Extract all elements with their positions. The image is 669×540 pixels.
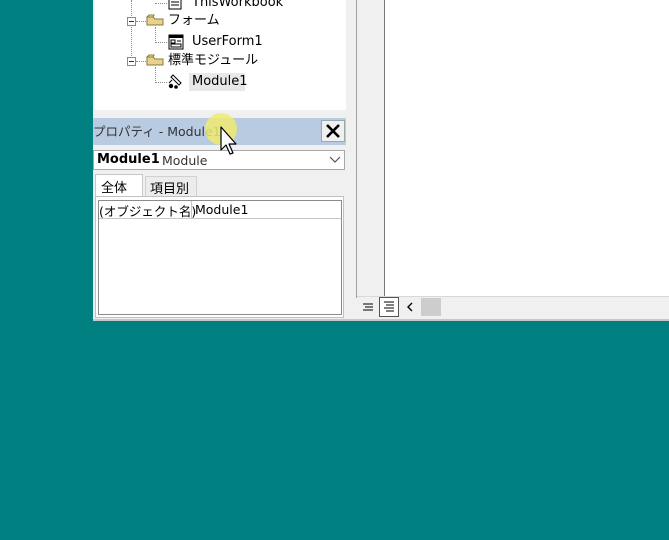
property-key: (オブジェクト名) [99,204,197,219]
property-value[interactable]: Module1 [195,202,248,217]
tree-item-userform1[interactable]: UserForm1 [192,34,263,50]
tree-item-modules-folder[interactable]: 標準モジュール [168,53,258,69]
procedure-view-button[interactable] [358,297,378,317]
module-icon [168,74,182,89]
full-module-view-button[interactable] [379,297,399,317]
tab-categorized-label: 項目別 [150,182,190,197]
mouse-cursor-icon [220,126,237,155]
tree-item-thisworkbook[interactable]: ThisWorkbook [192,0,283,11]
folder-icon [146,54,164,66]
scroll-left-button[interactable] [401,298,419,316]
window-bottom-border [93,319,669,321]
collapse-toggle[interactable] [127,17,136,26]
collapse-toggle[interactable] [127,57,136,66]
procedure-view-icon [363,303,373,311]
tree-item-module1[interactable]: Module1 [192,74,248,90]
excel-sheet-icon [168,0,182,10]
code-editor[interactable] [384,0,669,296]
object-name: Module1 [97,152,160,167]
properties-title: プロパティ - Module1 [93,124,221,139]
chevron-down-icon[interactable] [328,152,342,166]
folder-icon [146,14,164,26]
horizontal-scroll-thumb[interactable] [421,298,441,316]
close-icon [326,124,340,138]
code-window-margin [346,0,384,300]
userform-icon [168,34,184,50]
tree-item-forms-folder[interactable]: フォーム [168,13,220,29]
tab-alphabetic-label: 全体 [101,181,128,196]
full-module-view-icon [384,301,394,312]
object-type: Module [162,153,208,168]
chevron-left-icon [407,302,413,312]
code-window-edge [356,0,357,298]
project-explorer[interactable]: ThisWorkbook フォーム UserForm1 標準モジュール Modu… [95,0,347,110]
close-button[interactable] [321,120,345,142]
